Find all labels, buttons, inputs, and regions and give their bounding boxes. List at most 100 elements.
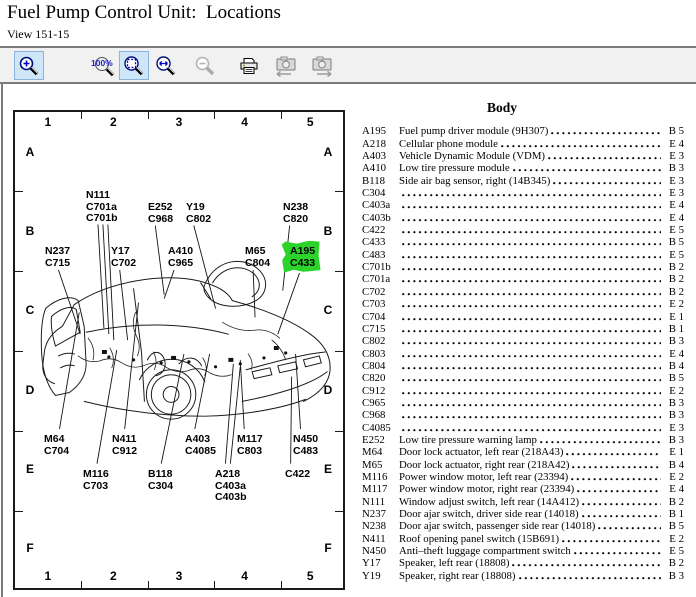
grid-location: B 3	[664, 397, 684, 409]
component-description: Power window motor, left rear (23394)	[399, 471, 571, 483]
grid-column-label: 3	[146, 115, 212, 131]
component-code: C968	[362, 409, 399, 421]
list-item: M116 Power window motor, left rear (2339…	[362, 471, 684, 483]
grid-location: E 1	[664, 446, 684, 458]
grid-column-label: 2	[81, 115, 147, 131]
list-item: C804 B 4	[362, 360, 684, 372]
dot-leader	[553, 182, 661, 185]
location-diagram[interactable]: 12345 12345 ABCDEF ABCDEF N111 C701a C70…	[13, 110, 345, 590]
component-code: M65	[362, 459, 399, 471]
grid-location: B 3	[664, 434, 684, 446]
component-callout: N450 C483	[293, 434, 318, 457]
grid-row-label: B	[20, 191, 40, 270]
list-item: M65 Door lock actuator, right rear (218A…	[362, 458, 684, 470]
component-description: Vehicle Dynamic Module (VDM)	[399, 150, 548, 162]
zoom-fit-width-icon	[155, 55, 177, 77]
camera-forward-icon	[309, 54, 335, 78]
grid-location: E 5	[664, 545, 684, 557]
component-code: C965	[362, 397, 399, 409]
list-item: E252 Low tire pressure warning lamp B 3	[362, 434, 684, 446]
component-code: C304	[362, 187, 399, 199]
component-code: C912	[362, 385, 399, 397]
list-item: Y17 Speaker, left rear (18808) B 2	[362, 557, 684, 569]
next-view-button[interactable]	[307, 51, 337, 80]
list-item: B118 Side air bag sensor, right (14B345)…	[362, 174, 684, 186]
component-code: N450	[362, 545, 399, 557]
dot-leader	[402, 243, 661, 246]
grid-location: E 2	[664, 533, 684, 545]
grid-location: E 1	[664, 311, 684, 323]
component-callout: M65 C804	[245, 246, 270, 269]
list-item: C701a B 2	[362, 273, 684, 285]
grid-location: B 5	[664, 125, 684, 137]
dot-leader	[598, 527, 661, 530]
dot-leader	[548, 157, 661, 160]
component-code: N238	[362, 520, 399, 532]
component-code: C701b	[362, 261, 399, 273]
dot-leader	[402, 392, 661, 395]
list-item: C968 B 3	[362, 409, 684, 421]
printer-icon	[238, 55, 260, 77]
list-item: C4085 E 3	[362, 421, 684, 433]
grid-location: E 2	[664, 385, 684, 397]
print-button[interactable]	[234, 51, 264, 80]
list-item: C715 B 1	[362, 323, 684, 335]
list-item: M117 Power window motor, right rear (233…	[362, 483, 684, 495]
svg-text:100%: 100%	[91, 58, 113, 68]
dot-leader	[402, 194, 661, 197]
zoom-out-button[interactable]	[190, 51, 220, 80]
component-description: Power window motor, right rear (23394)	[399, 483, 577, 495]
grid-column-numbers-top: 12345	[15, 115, 343, 131]
zoom-100-icon: 100%	[90, 55, 116, 77]
grid-row-label: D	[20, 350, 40, 429]
list-item: N237 Door ajar switch, driver side rear …	[362, 508, 684, 520]
component-code: N411	[362, 533, 399, 545]
dot-leader	[402, 318, 661, 321]
component-callout: A410 C965	[168, 246, 193, 269]
list-item: C702 B 2	[362, 285, 684, 297]
component-callout: B118 C304	[148, 469, 173, 492]
list-title: Body	[362, 100, 642, 116]
component-callout: A403 C4085	[185, 434, 216, 457]
list-item: C403b E 4	[362, 211, 684, 223]
grid-row-label: E	[318, 429, 338, 508]
list-item: N450 Anti–theft luggage compartment swit…	[362, 545, 684, 557]
list-item: N411 Roof opening panel switch (15B691) …	[362, 532, 684, 544]
dot-leader	[402, 355, 661, 358]
grid-location: B 5	[664, 372, 684, 384]
component-code: N111	[362, 496, 399, 508]
component-description: Window adjust switch, left rear (14A412)	[399, 496, 582, 508]
component-callout: Y19 C802	[186, 202, 211, 225]
zoom-fit-width-button[interactable]	[151, 51, 181, 80]
zoom-fit-button[interactable]	[119, 51, 149, 80]
dot-leader	[402, 330, 661, 333]
component-code: C803	[362, 348, 399, 360]
grid-location: B 2	[664, 496, 684, 508]
grid-location: E 3	[664, 175, 684, 187]
previous-view-button[interactable]	[271, 51, 301, 80]
grid-location: B 1	[664, 323, 684, 335]
dot-leader	[402, 231, 661, 234]
component-description: Cellular phone module	[399, 138, 501, 150]
dot-leader	[402, 206, 661, 209]
grid-location: E 4	[664, 348, 684, 360]
grid-location: E 3	[664, 187, 684, 199]
component-description: Door ajar switch, passenger side rear (1…	[399, 520, 598, 532]
dot-leader	[501, 145, 661, 148]
zoom-100-button[interactable]: 100%	[88, 51, 118, 80]
list-item: C912 E 2	[362, 384, 684, 396]
zoom-in-button[interactable]	[14, 51, 44, 80]
dot-leader	[519, 577, 662, 580]
list-item: C802 B 3	[362, 335, 684, 347]
component-code: C483	[362, 249, 399, 261]
grid-location: E 3	[664, 422, 684, 434]
grid-row-letters-left: ABCDEF	[20, 112, 40, 588]
page-title: Fuel Pump Control Unit: Locations	[7, 2, 281, 24]
grid-row-label: A	[318, 112, 338, 191]
dot-leader	[402, 280, 661, 283]
component-code: Y19	[362, 570, 399, 582]
locations-view-window: Fuel Pump Control Unit: Locations View 1…	[0, 0, 696, 597]
grid-row-label: E	[20, 429, 40, 508]
component-code: C802	[362, 335, 399, 347]
body-location-list: Body A195 Fuel pump driver module (9H307…	[362, 100, 684, 582]
